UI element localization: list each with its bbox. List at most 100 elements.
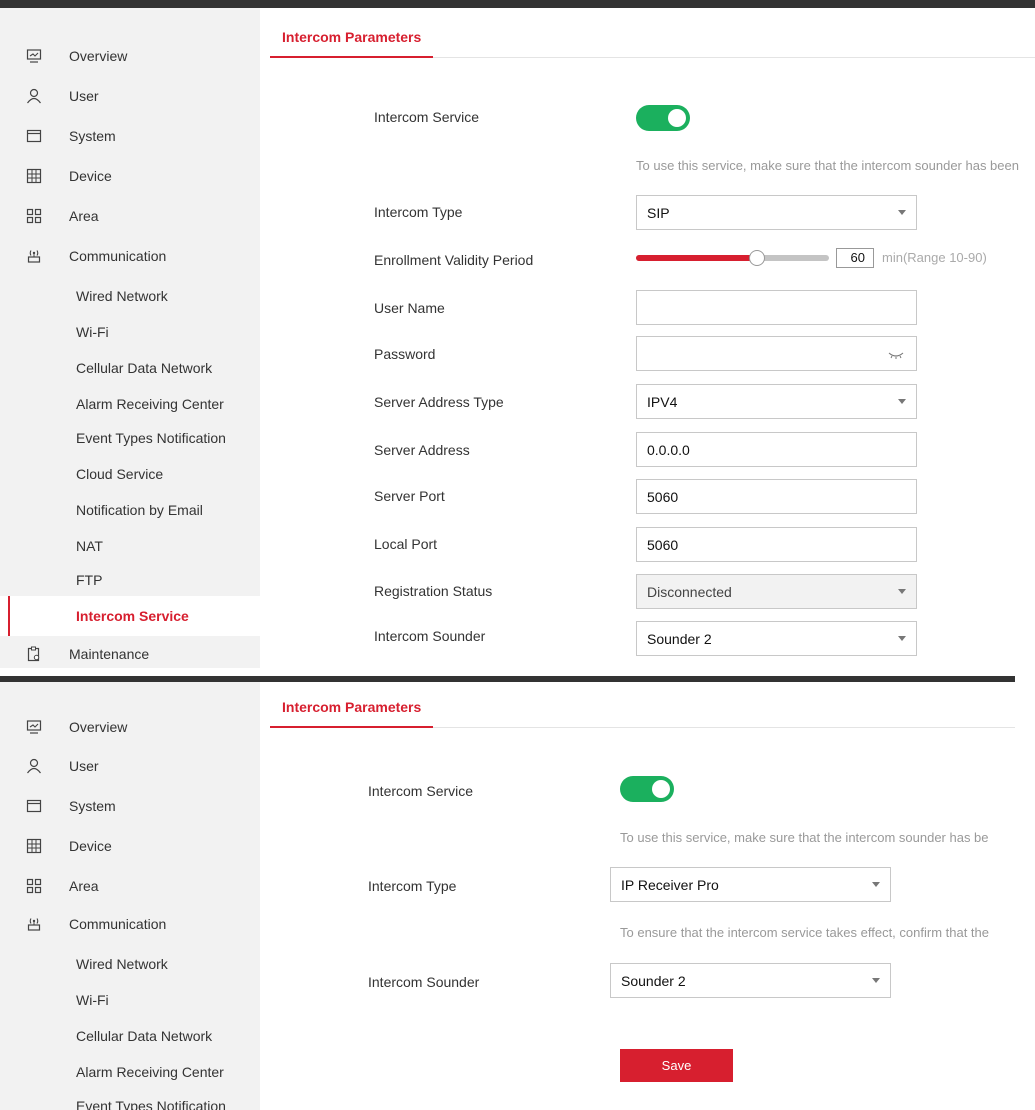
sidebar-item-notification-by-email[interactable]: Notification by Email bbox=[0, 490, 260, 530]
sidebar-item-label: Device bbox=[69, 838, 112, 854]
sidebar-item-user[interactable]: User bbox=[0, 746, 260, 786]
window-icon bbox=[26, 798, 42, 814]
sidebar-item-label: Cloud Service bbox=[76, 466, 164, 482]
sidebar-item-event-types-notification[interactable]: Event Types Notification bbox=[0, 418, 260, 458]
enrollment-slider-thumb[interactable] bbox=[748, 250, 765, 266]
sidebar-item-label: Intercom Service bbox=[76, 608, 189, 624]
server-port-label: Server Port bbox=[374, 488, 445, 504]
sidebar-item-label: Communication bbox=[69, 248, 167, 264]
intercom-service-toggle[interactable] bbox=[636, 105, 690, 131]
password-label: Password bbox=[374, 346, 436, 362]
enrollment-value-input[interactable]: 60 bbox=[836, 248, 874, 268]
sidebar-item-communication[interactable]: Communication bbox=[0, 904, 260, 944]
sidebar-item-wifi[interactable]: Wi-Fi bbox=[0, 312, 260, 352]
sidebar-item-wired-network[interactable]: Wired Network bbox=[0, 944, 260, 984]
save-button[interactable]: Save bbox=[620, 1049, 733, 1082]
sidebar-item-communication[interactable]: Communication bbox=[0, 236, 260, 276]
server-address-label: Server Address bbox=[374, 442, 470, 458]
screen-sip: Overview User System Device Area Communi… bbox=[0, 0, 1035, 668]
sidebar-item-area[interactable]: Area bbox=[0, 196, 260, 236]
type-hint: To ensure that the intercom service take… bbox=[620, 925, 989, 940]
sidebar-item-area[interactable]: Area bbox=[0, 866, 260, 906]
server-address-value: 0.0.0.0 bbox=[647, 441, 690, 458]
server-address-input[interactable]: 0.0.0.0 bbox=[636, 432, 917, 467]
sidebar-item-ftp[interactable]: FTP bbox=[0, 560, 260, 600]
sidebar-item-label: Wi-Fi bbox=[76, 324, 109, 340]
chevron-down-icon bbox=[898, 399, 906, 404]
main-content: Intercom Parameters Intercom Service To … bbox=[260, 682, 1015, 1110]
sidebar-item-label: Notification by Email bbox=[76, 502, 203, 518]
user-icon bbox=[26, 758, 42, 774]
enrollment-slider[interactable] bbox=[636, 255, 829, 261]
service-hint: To use this service, make sure that the … bbox=[636, 158, 1019, 173]
sidebar-item-cloud-service[interactable]: Cloud Service bbox=[0, 454, 260, 494]
sidebar-item-device[interactable]: Device bbox=[0, 156, 260, 196]
local-port-input[interactable]: 5060 bbox=[636, 527, 917, 562]
antenna-icon bbox=[26, 248, 42, 264]
sidebar-item-label: Wired Network bbox=[76, 956, 168, 972]
password-input[interactable] bbox=[636, 336, 917, 371]
enrollment-validity-label: Enrollment Validity Period bbox=[374, 252, 534, 268]
sidebar-item-overview[interactable]: Overview bbox=[0, 36, 260, 76]
sidebar-item-label: System bbox=[69, 128, 116, 144]
sidebar-item-label: Overview bbox=[69, 48, 128, 64]
sidebar-item-intercom-service[interactable]: Intercom Service bbox=[0, 596, 260, 636]
intercom-sounder-label: Intercom Sounder bbox=[374, 628, 486, 644]
window-icon bbox=[26, 128, 42, 144]
sidebar-item-system[interactable]: System bbox=[0, 116, 260, 156]
toggle-knob bbox=[652, 780, 670, 798]
eye-closed-icon[interactable] bbox=[888, 348, 904, 360]
registration-status-select: Disconnected bbox=[636, 574, 917, 609]
monitor-icon bbox=[26, 719, 42, 735]
intercom-sounder-select[interactable]: Sounder 2 bbox=[610, 963, 891, 998]
tab-intercom-parameters[interactable]: Intercom Parameters bbox=[270, 696, 434, 728]
sidebar-item-label: Cellular Data Network bbox=[76, 1028, 213, 1044]
chevron-down-icon bbox=[898, 589, 906, 594]
toggle-knob bbox=[668, 109, 686, 127]
server-port-input[interactable]: 5060 bbox=[636, 479, 917, 514]
antenna-icon bbox=[26, 916, 42, 932]
user-name-input[interactable] bbox=[636, 290, 917, 325]
sidebar-item-user[interactable]: User bbox=[0, 76, 260, 116]
sidebar: Overview User System Device Area Communi… bbox=[0, 8, 260, 668]
sidebar-item-label: Alarm Receiving Center bbox=[76, 1064, 224, 1080]
intercom-service-toggle[interactable] bbox=[620, 776, 674, 802]
sidebar-item-label: Wi-Fi bbox=[76, 992, 109, 1008]
sidebar-item-label: Overview bbox=[69, 719, 128, 735]
sidebar-item-label: FTP bbox=[76, 572, 103, 588]
area-grid-icon bbox=[26, 878, 42, 894]
sidebar-item-label: Wired Network bbox=[76, 288, 168, 304]
sidebar-item-device[interactable]: Device bbox=[0, 826, 260, 866]
screen-ip-receiver-pro: Overview User System Device Area Communi… bbox=[0, 676, 1015, 1110]
intercom-type-select[interactable]: SIP bbox=[636, 195, 917, 230]
sidebar-item-label: Device bbox=[69, 168, 112, 184]
sidebar-item-label: Area bbox=[69, 208, 99, 224]
tab-intercom-parameters[interactable]: Intercom Parameters bbox=[270, 26, 434, 58]
tab-bar: Intercom Parameters bbox=[270, 696, 1015, 728]
sidebar-item-label: Event Types Notification bbox=[76, 1098, 226, 1110]
server-address-type-select[interactable]: IPV4 bbox=[636, 384, 917, 419]
area-grid-icon bbox=[26, 208, 42, 224]
sidebar-item-overview[interactable]: Overview bbox=[0, 707, 260, 747]
sidebar-item-label: System bbox=[69, 798, 116, 814]
sidebar-item-system[interactable]: System bbox=[0, 786, 260, 826]
sidebar-item-wired-network[interactable]: Wired Network bbox=[0, 276, 260, 316]
sidebar-item-label: User bbox=[69, 88, 99, 104]
intercom-sounder-label: Intercom Sounder bbox=[368, 974, 480, 990]
sidebar-item-maintenance[interactable]: Maintenance bbox=[0, 634, 260, 668]
local-port-value: 5060 bbox=[647, 536, 679, 553]
intercom-service-label: Intercom Service bbox=[368, 783, 474, 799]
sidebar-item-cellular-data-network[interactable]: Cellular Data Network bbox=[0, 348, 260, 388]
sidebar-item-event-types-notification[interactable]: Event Types Notification bbox=[0, 1086, 260, 1110]
top-bar bbox=[0, 0, 1035, 8]
intercom-sounder-select[interactable]: Sounder 2 bbox=[636, 621, 917, 656]
device-grid-icon bbox=[26, 838, 42, 854]
sidebar-item-wifi[interactable]: Wi-Fi bbox=[0, 980, 260, 1020]
intercom-type-label: Intercom Type bbox=[368, 878, 457, 894]
sidebar: Overview User System Device Area Communi… bbox=[0, 682, 260, 1110]
sidebar-item-cellular-data-network[interactable]: Cellular Data Network bbox=[0, 1016, 260, 1056]
intercom-type-select[interactable]: IP Receiver Pro bbox=[610, 867, 891, 902]
intercom-type-value: SIP bbox=[647, 204, 670, 221]
user-name-label: User Name bbox=[374, 300, 445, 316]
maintenance-icon bbox=[26, 646, 42, 662]
